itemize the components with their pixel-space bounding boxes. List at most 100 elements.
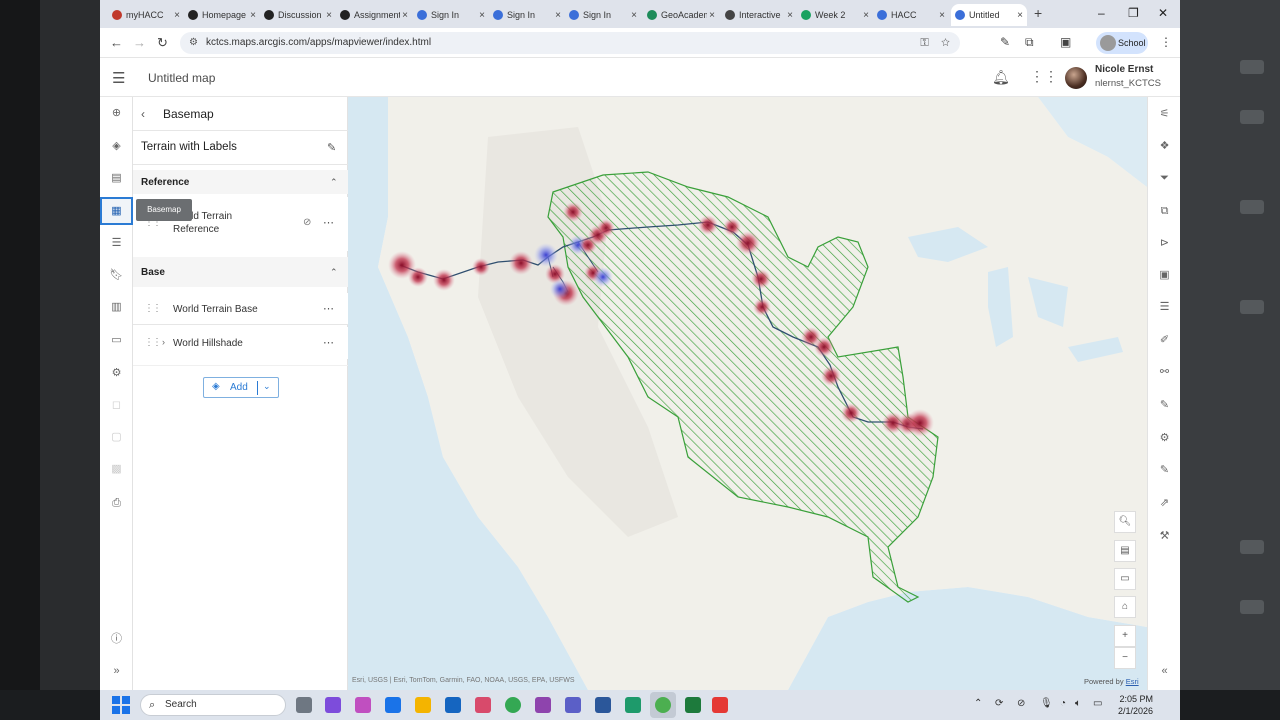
windows-start-icon[interactable] xyxy=(112,696,130,714)
excel-icon[interactable] xyxy=(685,697,701,713)
edit-icon[interactable]: ✎ xyxy=(1148,459,1180,481)
edit-pencil-icon[interactable]: ✎ xyxy=(327,141,336,154)
visibility-off-icon[interactable]: ⊘ xyxy=(303,217,311,228)
close-tab-icon[interactable]: × xyxy=(555,10,561,21)
microphone-icon[interactable]: 🎙︎ xyxy=(1040,698,1053,709)
chrome-active-icon[interactable] xyxy=(655,697,671,713)
layer-options-icon[interactable]: ⋯ xyxy=(323,302,334,315)
app-icon[interactable] xyxy=(475,697,491,713)
drag-handle-icon[interactable]: ⋮⋮ xyxy=(144,337,162,348)
directions-icon[interactable]: ⇗ xyxy=(1148,492,1180,514)
close-tab-icon[interactable]: × xyxy=(402,10,408,21)
bookmark-star-icon[interactable]: ☆ xyxy=(941,37,950,49)
browser-tab[interactable]: Week 2 × xyxy=(797,4,873,26)
browser-tab[interactable]: Assignment × xyxy=(336,4,412,26)
print-tool-icon[interactable]: ⎙ xyxy=(100,489,133,517)
clock[interactable]: 2:05 PM 2/1/2026 xyxy=(1118,693,1153,717)
new-tab-button[interactable]: + xyxy=(1034,5,1042,21)
user-avatar[interactable] xyxy=(1065,67,1087,89)
browser-tab[interactable]: Discussion × xyxy=(260,4,336,26)
outlook-icon[interactable] xyxy=(385,697,401,713)
word-icon[interactable] xyxy=(595,697,611,713)
fullscreen-icon[interactable]: ▭ xyxy=(1114,568,1136,590)
disabled-tool-icon[interactable]: ▩ xyxy=(100,455,133,483)
back-chevron-icon[interactable]: ‹ xyxy=(141,107,145,121)
side-panel-icon[interactable]: ▣ xyxy=(1060,35,1071,49)
info-icon[interactable]: ⓘ xyxy=(100,625,133,653)
properties-icon[interactable]: ⚟ xyxy=(1148,103,1180,125)
back-button[interactable]: ← xyxy=(110,35,123,50)
browser-tab[interactable]: Interactive × xyxy=(721,4,797,26)
base-section-header[interactable]: Base ⌃ xyxy=(133,257,348,287)
teams-icon[interactable] xyxy=(565,697,581,713)
wifi-icon[interactable]: ◔ xyxy=(1060,698,1066,709)
disabled-tool-icon[interactable]: ▢ xyxy=(100,423,133,451)
app-icon[interactable] xyxy=(535,697,551,713)
close-tab-icon[interactable]: × xyxy=(479,10,485,21)
file-explorer-icon[interactable] xyxy=(415,697,431,713)
copilot-icon[interactable] xyxy=(355,697,371,713)
legend-tool-icon[interactable]: ☰ xyxy=(100,229,133,257)
base-layer-item[interactable]: ⋮⋮ › World Hillshade ⋯ xyxy=(133,327,348,359)
esri-link[interactable]: Esri xyxy=(1126,677,1139,686)
forward-button[interactable]: → xyxy=(133,35,146,50)
layer-options-icon[interactable]: ⋯ xyxy=(323,336,334,349)
browser-tab[interactable]: myHACC × xyxy=(108,4,184,26)
add-layer-tool-icon[interactable]: ⊕ xyxy=(100,99,133,127)
forms-icon[interactable]: ⚯ xyxy=(1148,361,1180,383)
profile-button[interactable]: School xyxy=(1096,32,1148,54)
layers-tool-icon[interactable]: ◈ xyxy=(100,132,133,160)
home-icon[interactable]: ⌂ xyxy=(1114,596,1136,618)
tables-tool-icon[interactable]: ▤ xyxy=(100,164,133,192)
add-basemap-button[interactable]: ◈ Add ⌄ xyxy=(203,377,279,398)
basemap-tool-icon[interactable]: ▦ xyxy=(100,197,133,225)
close-tab-icon[interactable]: × xyxy=(709,10,715,21)
battery-icon[interactable]: ▭ xyxy=(1093,698,1102,709)
analysis-icon[interactable]: ⚙ xyxy=(1148,427,1180,449)
reload-button[interactable]: ↻ xyxy=(157,35,168,51)
dropdown-chevron-icon[interactable]: ⌄ xyxy=(263,381,271,392)
sketch-icon[interactable]: ✎ xyxy=(1148,394,1180,416)
reference-section-header[interactable]: Reference ⌃ xyxy=(133,170,348,194)
chrome-icon[interactable] xyxy=(505,697,521,713)
measure-icon[interactable]: ⚒ xyxy=(1148,525,1180,547)
browser-tab[interactable]: HACC × xyxy=(873,4,949,26)
edge-icon[interactable] xyxy=(445,697,461,713)
site-info-icon[interactable]: ⚙ xyxy=(189,32,198,54)
url-field[interactable]: ⚙ kctcs.maps.arcgis.com/apps/mapviewer/i… xyxy=(180,32,960,54)
configure-popup-icon[interactable]: ▣ xyxy=(1148,264,1180,286)
map-title[interactable]: Untitled map xyxy=(148,71,215,85)
disabled-tool-icon[interactable]: ◻ xyxy=(100,391,133,419)
expand-toolbar-icon[interactable]: » xyxy=(100,657,133,685)
search-map-icon[interactable]: 🔍︎ xyxy=(1114,511,1136,533)
key-icon[interactable]: ⚿ xyxy=(920,37,928,49)
pen-icon[interactable]: ✎ xyxy=(1000,35,1010,49)
layer-options-icon[interactable]: ⋯ xyxy=(323,216,334,229)
close-tab-icon[interactable]: × xyxy=(250,10,256,21)
minimize-button[interactable]: – xyxy=(1098,6,1105,20)
collapse-right-icon[interactable]: « xyxy=(1148,660,1180,682)
effects-icon[interactable]: ⧉ xyxy=(1148,200,1180,222)
map-view[interactable]: Esri, USGS | Esri, TomTom, Garmin, FAO, … xyxy=(348,97,1147,690)
collapse-chevron-icon[interactable]: ⌃ xyxy=(330,177,338,188)
browser-tab[interactable]: Sign In × xyxy=(489,4,565,26)
volume-icon[interactable]: 🔈︎ xyxy=(1075,698,1081,709)
close-tab-icon[interactable]: × xyxy=(631,10,637,21)
expand-chevron-icon[interactable]: › xyxy=(162,337,165,347)
app-icon[interactable] xyxy=(625,697,641,713)
zoom-out-button[interactable]: − xyxy=(1114,647,1136,669)
close-tab-icon[interactable]: × xyxy=(1017,10,1023,21)
fields-icon[interactable]: ☰ xyxy=(1148,296,1180,318)
app-launcher-icon[interactable]: ⋮⋮ xyxy=(1030,68,1058,85)
browser-tab[interactable]: Homepage × xyxy=(184,4,260,26)
browser-tab[interactable]: Sign In × xyxy=(413,4,489,26)
collapse-chevron-icon[interactable]: ⌃ xyxy=(330,267,338,278)
tray-chevron-icon[interactable]: ⌃ xyxy=(974,698,982,709)
network-off-icon[interactable]: ⊘ xyxy=(1017,698,1025,709)
bookmarks-tool-icon[interactable]: 🔖︎ xyxy=(100,261,133,289)
close-window-button[interactable]: ✕ xyxy=(1158,6,1168,20)
extensions-icon[interactable]: ⧉ xyxy=(1025,35,1034,50)
map-attribution[interactable]: Esri, USGS | Esri, TomTom, Garmin, FAO, … xyxy=(352,677,575,684)
filter-icon[interactable]: ⏷ xyxy=(1148,167,1180,189)
zoom-in-button[interactable]: + xyxy=(1114,625,1136,647)
